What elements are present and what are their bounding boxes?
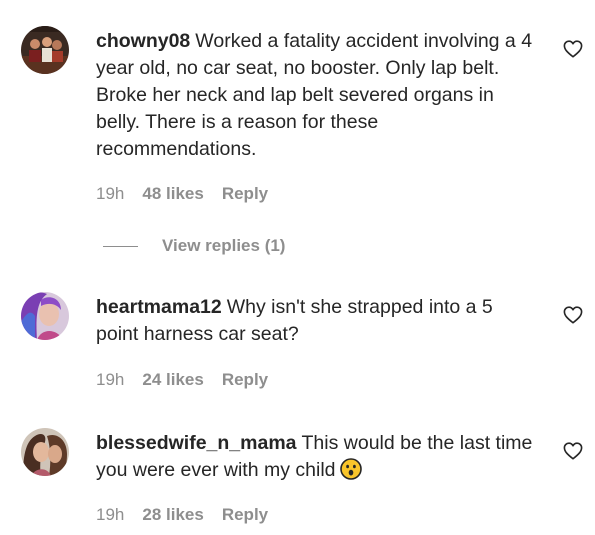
comment-meta: 19h 28 likes Reply — [96, 505, 268, 525]
comment-text: chowny08 Worked a fatality accident invol… — [96, 28, 536, 163]
user-avatar-photo-icon — [21, 26, 69, 74]
like-heart-icon[interactable] — [563, 40, 583, 58]
reply-button[interactable]: Reply — [222, 184, 268, 204]
divider-line — [103, 246, 138, 248]
likes-count[interactable]: 24 likes — [142, 370, 203, 390]
likes-count[interactable]: 48 likes — [142, 184, 203, 204]
timestamp: 19h — [96, 505, 125, 524]
avatar[interactable] — [21, 26, 69, 74]
comment-text: blessedwife_n_mama This would be the last… — [96, 430, 536, 488]
likes-count[interactable]: 28 likes — [142, 505, 203, 525]
comment-text: heartmama12 Why isn't she strapped into a… — [96, 294, 536, 348]
user-avatar-photo-icon — [21, 292, 69, 340]
reply-button[interactable]: Reply — [222, 370, 268, 390]
avatar[interactable] — [21, 292, 69, 340]
username-link[interactable]: chowny08 — [96, 30, 190, 52]
username-link[interactable]: blessedwife_n_mama — [96, 432, 297, 454]
comment-meta: 19h 48 likes Reply — [96, 184, 268, 204]
username-link[interactable]: heartmama12 — [96, 296, 222, 318]
like-heart-icon[interactable] — [563, 306, 583, 324]
surprised-face-emoji-icon — [339, 458, 362, 488]
user-avatar-photo-icon — [21, 428, 69, 476]
comment-meta: 19h 24 likes Reply — [96, 370, 268, 390]
like-heart-icon[interactable] — [563, 442, 583, 460]
view-replies-button[interactable]: View replies (1) — [103, 236, 285, 258]
timestamp: 19h — [96, 370, 125, 389]
timestamp: 19h — [96, 184, 125, 203]
view-replies-label[interactable]: View replies (1) — [162, 236, 285, 255]
reply-button[interactable]: Reply — [222, 505, 268, 525]
avatar[interactable] — [21, 428, 69, 476]
